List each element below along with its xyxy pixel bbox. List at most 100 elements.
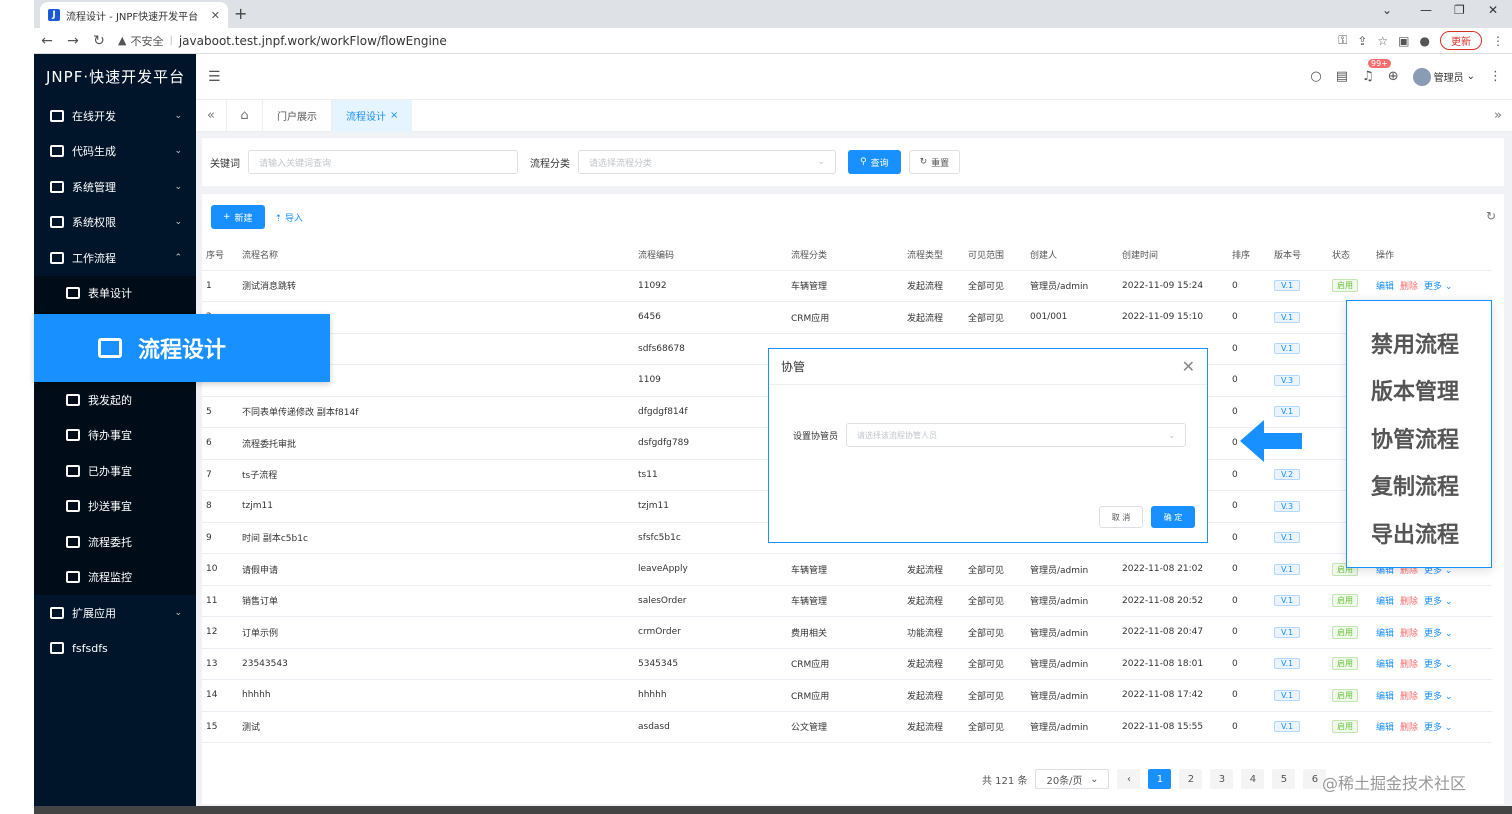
- bell-icon[interactable]: ♫ 99+: [1362, 59, 1391, 84]
- table-row[interactable]: 26456CRM应用发起流程全部可见001/0012022-11-09 15:1…: [202, 301, 1492, 334]
- edit-link[interactable]: 编辑: [1376, 282, 1394, 292]
- new-button[interactable]: + 新建: [211, 205, 265, 229]
- sidebar-item-online-dev[interactable]: 在线开发 ⌄: [34, 98, 196, 134]
- prev-page-icon[interactable]: ‹: [1117, 769, 1141, 789]
- table-cell: V.1: [1270, 648, 1328, 680]
- sidebar-item-done[interactable]: 已办事宜: [34, 453, 196, 489]
- code-icon: [50, 109, 64, 122]
- profile-icon[interactable]: ●: [1420, 34, 1430, 48]
- tab-flow-design[interactable]: 流程设计 ×: [331, 99, 413, 132]
- tab-portal[interactable]: 门户展示: [262, 99, 331, 132]
- delete-link[interactable]: 删除: [1400, 660, 1418, 670]
- url-field[interactable]: javaboot.test.jnpf.work/workFlow/flowEng…: [179, 34, 447, 48]
- delete-link[interactable]: 删除: [1400, 629, 1418, 639]
- delete-link[interactable]: 删除: [1400, 597, 1418, 607]
- delete-link[interactable]: 删除: [1400, 282, 1418, 292]
- window-close-icon[interactable]: ✕: [1488, 3, 1498, 17]
- sidebar-item-initiated[interactable]: 我发起的: [34, 382, 196, 418]
- edit-link[interactable]: 编辑: [1376, 692, 1394, 702]
- new-tab-icon[interactable]: +: [234, 4, 247, 23]
- table-row[interactable]: 1 测试消息跳转 11092 车辆管理 发起流程 全部可见 管理员/admin 2022-11…: [202, 270, 1492, 302]
- menu-toggle-icon[interactable]: ☰: [208, 69, 221, 85]
- more-link[interactable]: 更多 ⌄: [1424, 597, 1452, 607]
- sidebar-item-todo[interactable]: 待办事宜: [34, 417, 196, 453]
- key-icon[interactable]: ⚿: [1338, 33, 1347, 48]
- category-select[interactable]: 请选择流程分类 ⌄: [578, 150, 836, 174]
- table-cell: 启用: [1328, 648, 1372, 680]
- close-icon[interactable]: ×: [390, 110, 398, 121]
- table-row[interactable]: 13 23543543 5345345 CRM应用 发起流程 全部可见 管理员/admin 2…: [202, 648, 1492, 680]
- page-number[interactable]: 5: [1272, 769, 1296, 789]
- forward-icon[interactable]: →: [60, 33, 86, 49]
- share-icon[interactable]: ⇪: [1357, 34, 1367, 48]
- browser-tab[interactable]: J 流程设计 - JNPF快速开发平台 ✕: [40, 2, 228, 28]
- double-left-icon[interactable]: «: [196, 108, 226, 123]
- dropdown-item[interactable]: 导出流程: [1347, 509, 1491, 557]
- table-row[interactable]: 10 请假申请 leaveApply 车辆管理 发起流程 全部可见 管理员/admin 202…: [202, 553, 1492, 586]
- sidebar-item-fsfsdfs[interactable]: fsfsdfs: [34, 631, 196, 667]
- co-manager-select[interactable]: 请选择该流程协管人员 ⌄: [846, 423, 1187, 447]
- sidebar-item-workflow[interactable]: 工作流程 ⌃: [34, 240, 196, 276]
- restore-icon[interactable]: ❐: [1454, 3, 1465, 17]
- search-icon[interactable]: ○: [1310, 69, 1321, 84]
- delete-link[interactable]: 删除: [1400, 692, 1418, 702]
- keyword-input[interactable]: 请输入关键词查询: [248, 150, 518, 174]
- confirm-button[interactable]: 确 定: [1151, 506, 1195, 528]
- edit-link[interactable]: 编辑: [1376, 629, 1394, 639]
- page-number[interactable]: 3: [1210, 769, 1234, 789]
- sidebar-item-monitor[interactable]: 流程监控: [34, 559, 196, 595]
- table-row[interactable]: 11 销售订单 salesOrder 车辆管理 发起流程 全部可见 管理员/admin 202…: [202, 585, 1492, 617]
- edit-link[interactable]: 编辑: [1376, 597, 1394, 607]
- dropdown-item[interactable]: 版本管理: [1347, 367, 1491, 415]
- globe-icon[interactable]: ⊕: [1388, 69, 1399, 84]
- refresh-icon[interactable]: ↻: [1486, 209, 1496, 223]
- update-button[interactable]: 更新: [1440, 31, 1482, 50]
- reload-icon[interactable]: ↻: [86, 33, 112, 49]
- table-row[interactable]: 14 hhhhh hhhhh CRM应用 发起流程 全部可见 管理员/admin 2022-1…: [202, 679, 1492, 712]
- kebab-icon[interactable]: ⋮: [1492, 34, 1504, 48]
- page-number[interactable]: 2: [1179, 769, 1203, 789]
- reset-button[interactable]: ↻ 重置: [908, 150, 961, 174]
- sidebar-item-extensions[interactable]: 扩展应用 ⌄: [34, 595, 196, 631]
- star-icon[interactable]: ☆: [1377, 34, 1388, 48]
- sidebar-item-form-design[interactable]: 表单设计: [34, 275, 196, 311]
- sidebar-item-codegen[interactable]: 代码生成 ⌄: [34, 134, 196, 170]
- page-size-select[interactable]: 20条/页 ⌄: [1035, 769, 1110, 789]
- minimize-icon[interactable]: —: [1420, 3, 1432, 17]
- dropdown-item[interactable]: 复制流程: [1347, 462, 1491, 510]
- warning-icon[interactable]: ▲: [118, 34, 126, 47]
- table-row[interactable]: 15 测试 asdasd 公文管理 发起流程 全部可见 管理员/admin 2022-11-0…: [202, 711, 1492, 743]
- page-number[interactable]: 1: [1148, 769, 1172, 789]
- user-menu[interactable]: 管理员 ⌄: [1412, 67, 1475, 86]
- more-link[interactable]: 更多 ⌄: [1424, 660, 1452, 670]
- table-row[interactable]: 12 订单示例 crmOrder 费用相关 功能流程 全部可见 管理员/admin 2022-…: [202, 616, 1492, 649]
- query-button[interactable]: ⚲ 查询: [848, 150, 901, 174]
- sidebar-item-system[interactable]: 系统管理 ⌄: [34, 169, 196, 205]
- double-right-icon[interactable]: »: [1494, 108, 1502, 123]
- page-number[interactable]: 4: [1241, 769, 1265, 789]
- close-icon[interactable]: ✕: [211, 9, 220, 22]
- cancel-button[interactable]: 取 消: [1099, 506, 1143, 528]
- sidebar-item-permission[interactable]: 系统权限 ⌄: [34, 205, 196, 241]
- edit-link[interactable]: 编辑: [1376, 723, 1394, 733]
- dropdown-item[interactable]: 禁用流程: [1347, 319, 1491, 367]
- import-button[interactable]: ⇡ 导入: [275, 211, 303, 224]
- home-icon[interactable]: ⌂: [226, 99, 262, 132]
- delete-link[interactable]: 删除: [1400, 723, 1418, 733]
- flow-design-highlight[interactable]: 流程设计: [34, 314, 330, 382]
- sidebar-item-cc[interactable]: 抄送事宜: [34, 488, 196, 524]
- dropdown-item[interactable]: 协管流程: [1347, 414, 1491, 462]
- close-icon[interactable]: ✕: [1182, 357, 1195, 376]
- message-icon[interactable]: ▤: [1336, 69, 1348, 84]
- chevron-down-icon[interactable]: ⌄: [1382, 3, 1392, 17]
- sidebar-item-delegate[interactable]: 流程委托: [34, 524, 196, 560]
- more-link[interactable]: 更多 ⌄: [1424, 282, 1452, 292]
- table-cell: 14: [202, 679, 238, 712]
- edit-link[interactable]: 编辑: [1376, 660, 1394, 670]
- kebab-icon[interactable]: ⋮: [1489, 69, 1502, 84]
- sidepanel-icon[interactable]: ▣: [1398, 34, 1409, 48]
- more-link[interactable]: 更多 ⌄: [1424, 723, 1452, 733]
- more-link[interactable]: 更多 ⌄: [1424, 629, 1452, 639]
- back-icon[interactable]: ←: [34, 33, 60, 49]
- more-link[interactable]: 更多 ⌄: [1424, 692, 1452, 702]
